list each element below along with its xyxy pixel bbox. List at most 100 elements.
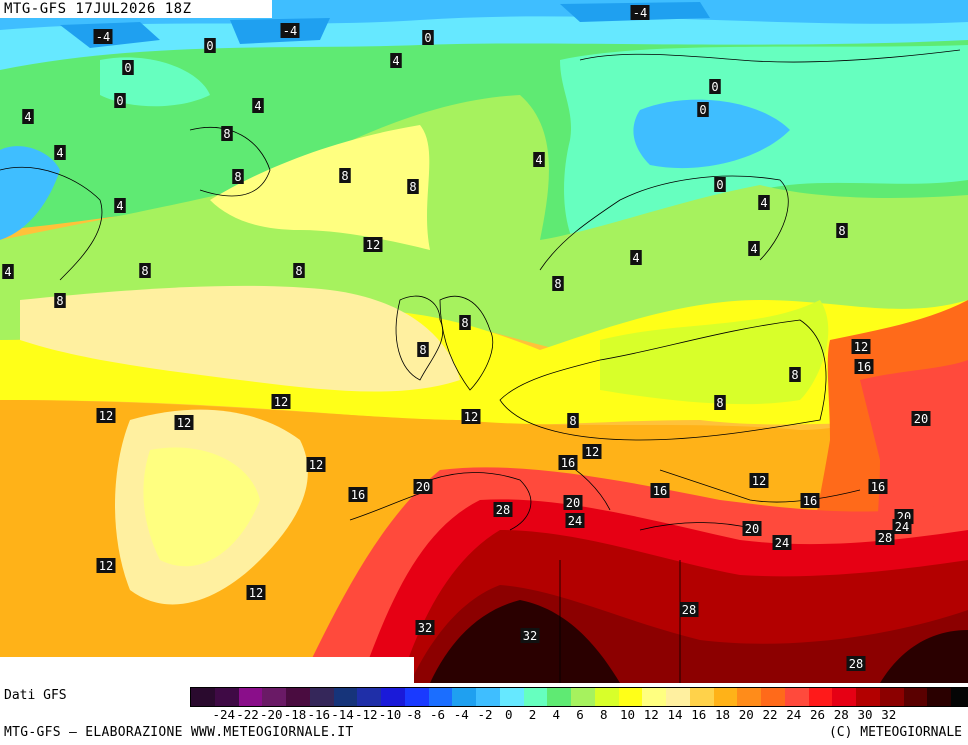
color-swatch [879, 688, 904, 706]
contour-label: 8 [223, 127, 230, 141]
color-swatch [666, 688, 690, 706]
contour-label: 0 [711, 80, 718, 94]
scale-tick-label: 16 [691, 707, 707, 722]
color-swatch [309, 688, 334, 706]
contour-label: 8 [341, 169, 348, 183]
color-scale-ticks: -24 -22 -20 -18 -16 -14 -12 -10 -8 -6 -4 -2 0 2 4 6 8 10 1… [190, 707, 968, 723]
contour-label: 0 [699, 103, 706, 117]
contour-label: 12 [854, 340, 868, 354]
contour-label: 4 [24, 110, 31, 124]
color-swatch [214, 688, 239, 706]
credit-right: (C) METEOGIORNALE [828, 725, 962, 740]
map-canvas: -4 -4-400000004444 44444488 888 888888888121… [0, 0, 968, 683]
contour-label: 0 [124, 61, 131, 75]
contour-label: 0 [116, 94, 123, 108]
contour-label: 12 [249, 586, 263, 600]
color-swatch [903, 688, 928, 706]
color-swatch [452, 688, 476, 706]
color-swatch [357, 688, 381, 706]
scale-tick-label: 10 [619, 707, 636, 722]
contour-label: 0 [206, 39, 213, 53]
contour-label: 0 [716, 178, 723, 192]
contour-label: 8 [409, 180, 416, 194]
scale-tick-label: 28 [833, 707, 849, 722]
scale-tick-label: -18 [283, 707, 307, 722]
contour-label: 4 [56, 146, 63, 160]
scale-tick-label: 4 [552, 707, 561, 722]
contour-label: 12 [366, 238, 380, 252]
contour-label: 24 [895, 520, 909, 534]
contour-label: -4 [96, 30, 110, 44]
contour-label: 16 [561, 456, 575, 470]
scale-tick-label: 24 [786, 707, 802, 722]
color-swatch [381, 688, 405, 706]
contour-label: 8 [141, 264, 148, 278]
map-title: MTG-GFS 17JUL2026 18Z [0, 0, 272, 18]
contour-label: 4 [4, 265, 11, 279]
contour-label: 12 [177, 416, 191, 430]
contour-label: 8 [838, 224, 845, 238]
contour-label: 8 [419, 343, 426, 357]
contour-label: 24 [775, 536, 789, 550]
contour-label: 4 [760, 196, 767, 210]
contour-label: 4 [750, 242, 757, 256]
color-swatch [333, 688, 358, 706]
scale-tick-label: -2 [477, 707, 493, 722]
contour-label: 12 [274, 395, 288, 409]
contour-label: 16 [871, 480, 885, 494]
color-swatch [689, 688, 714, 706]
contour-label: 12 [99, 409, 113, 423]
color-swatch [784, 688, 809, 706]
contour-label: 16 [803, 494, 817, 508]
contour-label: 28 [878, 531, 892, 545]
scale-tick-label: 12 [643, 707, 659, 722]
color-swatch [856, 688, 880, 706]
contour-label: 20 [914, 412, 928, 426]
color-swatch [476, 688, 500, 706]
scale-tick-label: 2 [528, 707, 537, 722]
footer: Dati GFS -24 -22 -20 -18 -16 -14 -12 -10 -8 -6 -4-… [0, 683, 968, 745]
contour-label: -4 [633, 6, 647, 20]
color-swatch [262, 688, 286, 706]
scale-tick-label: -16 [307, 707, 331, 722]
contour-label: 8 [295, 264, 302, 278]
color-swatch [499, 688, 524, 706]
contour-label: 8 [234, 170, 241, 184]
contour-label: 8 [56, 294, 63, 308]
color-swatch [428, 688, 453, 706]
contour-label: 32 [523, 629, 537, 643]
credit-left: MTG-GFS – ELABORAZIONE WWW.METEOGIORNALE… [4, 725, 354, 740]
contour-label: 8 [791, 368, 798, 382]
scale-tick-label: 8 [599, 707, 608, 722]
contour-label: 4 [535, 153, 542, 167]
contour-label: 8 [554, 277, 561, 291]
contour-label: 4 [632, 251, 639, 265]
contour-label: 20 [416, 480, 430, 494]
color-swatch [594, 688, 619, 706]
color-swatch [808, 688, 833, 706]
color-swatch [286, 688, 310, 706]
contour-label: 20 [745, 522, 759, 536]
color-swatch [618, 688, 643, 706]
contour-label: 28 [682, 603, 696, 617]
scale-tick-label: 18 [714, 707, 731, 722]
contour-label: 12 [99, 559, 113, 573]
contour-label: 8 [569, 414, 576, 428]
contour-label: 12 [464, 410, 478, 424]
scale-tick-label: -12 [354, 707, 378, 722]
scale-tick-label: 0 [504, 707, 513, 722]
color-swatch [642, 688, 666, 706]
contour-label: 16 [653, 484, 667, 498]
scale-tick-label: 30 [857, 707, 873, 722]
data-source-label: Dati GFS [4, 688, 67, 703]
contour-label: 32 [418, 621, 432, 635]
contour-label: 8 [716, 396, 723, 410]
contour-label: 20 [566, 496, 580, 510]
contour-label: 16 [857, 360, 871, 374]
cold-pocket [230, 18, 330, 44]
color-swatch [713, 688, 738, 706]
color-swatch [927, 688, 951, 706]
contour-label: 4 [392, 54, 399, 68]
scale-tick-label: 32 [881, 707, 897, 722]
contour-label: 12 [752, 474, 766, 488]
